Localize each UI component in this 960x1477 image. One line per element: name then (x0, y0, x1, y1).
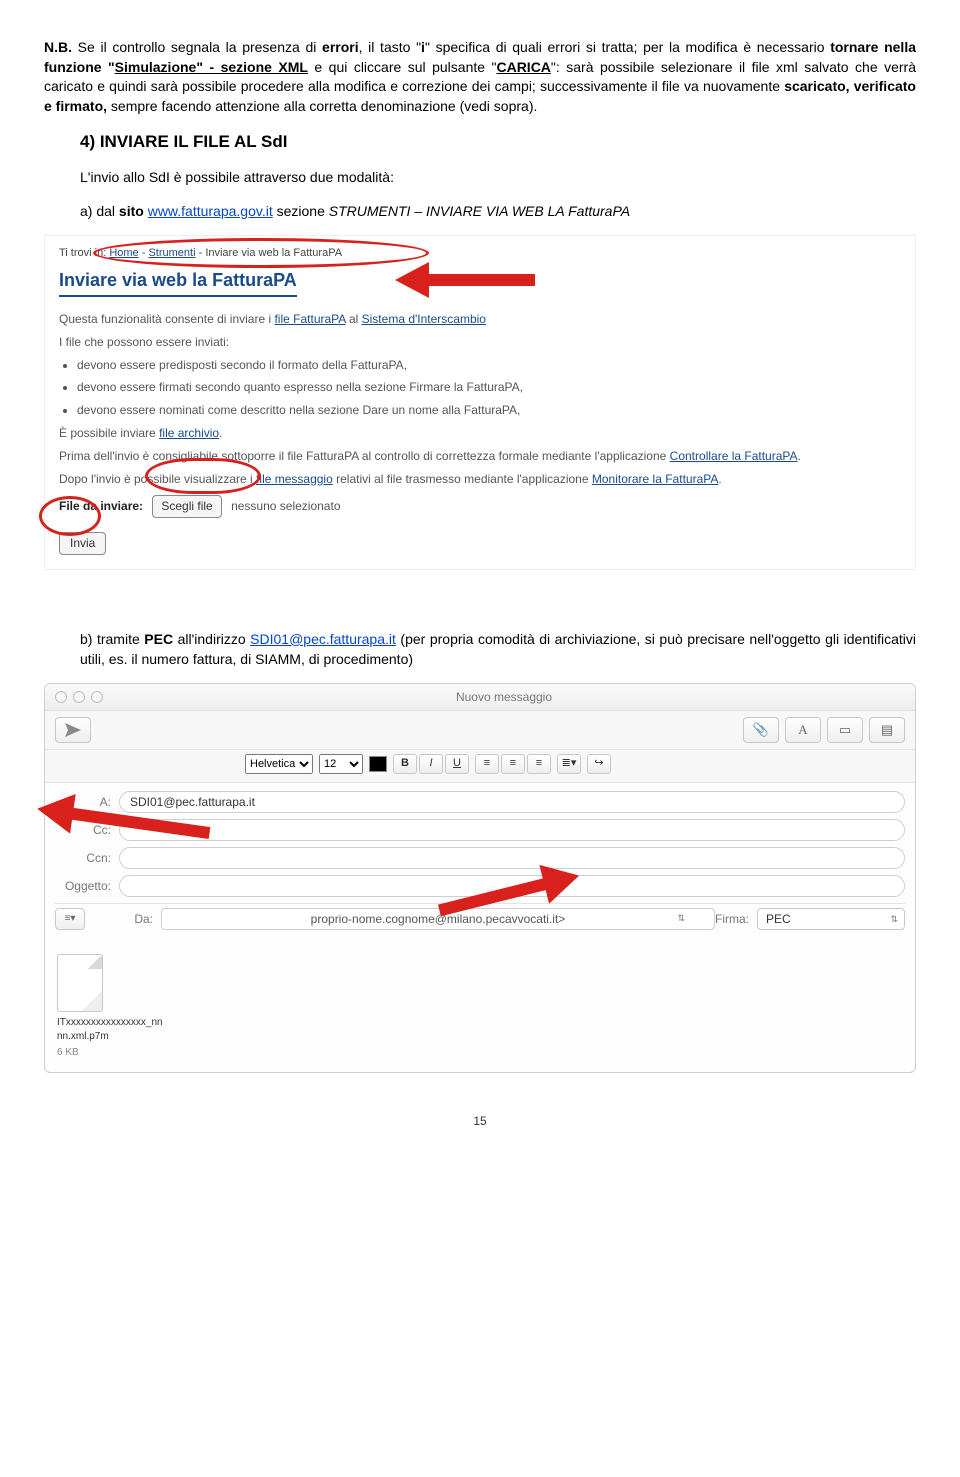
color-swatch[interactable] (369, 756, 387, 772)
cc-label: Cc: (55, 822, 111, 839)
send-button[interactable] (55, 717, 91, 743)
archive-line: È possibile inviare file archivio. (59, 425, 901, 442)
font-select[interactable]: Helvetica (245, 754, 313, 774)
page-title: Inviare via web la FatturaPA (59, 268, 297, 297)
minimize-dot-icon[interactable] (73, 691, 85, 703)
mail-toolbar: 📎 A ▭ ▤ (45, 711, 915, 750)
requirements-list: devono essere predisposti secondo il for… (77, 357, 901, 419)
breadcrumb-strumenti[interactable]: Strumenti (148, 247, 195, 259)
choose-file-button[interactable]: Scegli file (152, 495, 221, 518)
breadcrumb: Ti trovi in: Home - Strumenti - Inviare … (59, 246, 901, 261)
subject-field[interactable] (119, 875, 905, 897)
page-number: 15 (44, 1113, 916, 1130)
window-title: Nuovo messaggio (103, 689, 905, 706)
breadcrumb-current: Inviare via web la FatturaPA (205, 247, 342, 259)
to-field[interactable] (119, 791, 905, 813)
paper-plane-icon (65, 723, 81, 737)
from-row: ≡▾ Da: Firma: PEC (55, 908, 905, 930)
cc-row: Cc: (55, 819, 905, 841)
from-field[interactable] (161, 908, 715, 930)
signature-select[interactable]: PEC (757, 908, 905, 930)
fatturapa-link[interactable]: www.fatturapa.gov.it (148, 203, 273, 219)
indent-button[interactable]: ↪ (587, 754, 611, 774)
annotation-arrow-title (345, 262, 455, 292)
traffic-lights[interactable] (55, 691, 103, 703)
zoom-dot-icon[interactable] (91, 691, 103, 703)
align-center-button[interactable]: ≡ (501, 754, 525, 774)
nb-prefix: N.B. (44, 39, 72, 55)
list-item: devono essere nominati come descritto ne… (77, 402, 901, 419)
close-dot-icon[interactable] (55, 691, 67, 703)
window-titlebar: Nuovo messaggio (45, 684, 915, 711)
monitor-line: Dopo l'invio è possibile visualizzare i … (59, 471, 901, 488)
attachment-file-icon[interactable] (57, 954, 103, 1012)
header-separator (55, 903, 905, 904)
no-file-text: nessuno selezionato (231, 499, 340, 513)
sidebar-button[interactable]: ▤ (869, 717, 905, 743)
intro-invio: L'invio allo SdI è possibile attraverso … (80, 168, 916, 188)
attachment-name: ITxxxxxxxxxxxxxxxx_nnnn.xml.p7m (57, 1016, 167, 1044)
intro-line: Questa funzionalità consente di inviare … (59, 311, 901, 328)
file-label: File da inviare: (59, 499, 143, 513)
subject-row: Oggetto: (55, 875, 905, 897)
ccn-field[interactable] (119, 847, 905, 869)
bold-button[interactable]: B (393, 754, 417, 774)
pec-email-link[interactable]: SDI01@pec.fatturapa.it (250, 631, 396, 647)
align-left-button[interactable]: ≡ (475, 754, 499, 774)
ccn-label: Ccn: (55, 850, 111, 867)
mail-client-screenshot: Nuovo messaggio 📎 A ▭ ▤ Helvetica 12 B I… (44, 683, 916, 1073)
panel-icon: ▤ (881, 721, 893, 739)
photo-button[interactable]: ▭ (827, 717, 863, 743)
underline-button[interactable]: U (445, 754, 469, 774)
format-button[interactable]: A (785, 717, 821, 743)
attachment-size: 6 KB (57, 1046, 903, 1060)
ccn-row: Ccn: (55, 847, 905, 869)
attachment-area: ITxxxxxxxxxxxxxxxx_nnnn.xml.p7m 6 KB (45, 944, 915, 1072)
italic-button[interactable]: I (419, 754, 443, 774)
fatturapa-screenshot: Ti trovi in: Home - Strumenti - Inviare … (44, 235, 916, 570)
mail-headers: A: Cc: Ccn: Oggetto: ≡▾ Da: Firma: PEC (45, 783, 915, 944)
submit-button[interactable]: Invia (59, 532, 106, 555)
to-label: A: (55, 794, 111, 811)
section-heading-4: 4) INVIARE IL FILE AL SdI (80, 130, 916, 154)
to-row: A: (55, 791, 905, 813)
option-a: a) dal sito www.fatturapa.gov.it sezione… (80, 202, 916, 222)
from-label: Da: (97, 911, 153, 928)
file-input-row: File da inviare: Scegli file nessuno sel… (59, 495, 901, 518)
list-button[interactable]: ≣▾ (557, 754, 581, 774)
list-item: devono essere firmati secondo quanto esp… (77, 379, 901, 396)
option-b: b) tramite PEC all'indirizzo SDI01@pec.f… (80, 630, 916, 669)
align-right-button[interactable]: ≡ (527, 754, 551, 774)
paperclip-icon: 📎 (753, 721, 769, 739)
format-bar: Helvetica 12 B I U ≡ ≡ ≡ ≣▾ ↪ (45, 750, 915, 783)
nb-paragraph: N.B. Se il controllo segnala la presenza… (44, 38, 916, 116)
breadcrumb-home[interactable]: Home (109, 247, 138, 259)
list-item: devono essere predisposti secondo il for… (77, 357, 901, 374)
signature-label: Firma: (715, 911, 749, 928)
picture-icon: ▭ (839, 721, 851, 739)
font-icon: A (798, 721, 807, 739)
check-line: Prima dell'invio è consigliabile sottopo… (59, 448, 901, 465)
files-intro: I file che possono essere inviati: (59, 334, 901, 351)
subject-label: Oggetto: (55, 878, 111, 895)
attach-button[interactable]: 📎 (743, 717, 779, 743)
header-options-button[interactable]: ≡▾ (55, 908, 85, 930)
cc-field[interactable] (119, 819, 905, 841)
font-size-select[interactable]: 12 (319, 754, 363, 774)
